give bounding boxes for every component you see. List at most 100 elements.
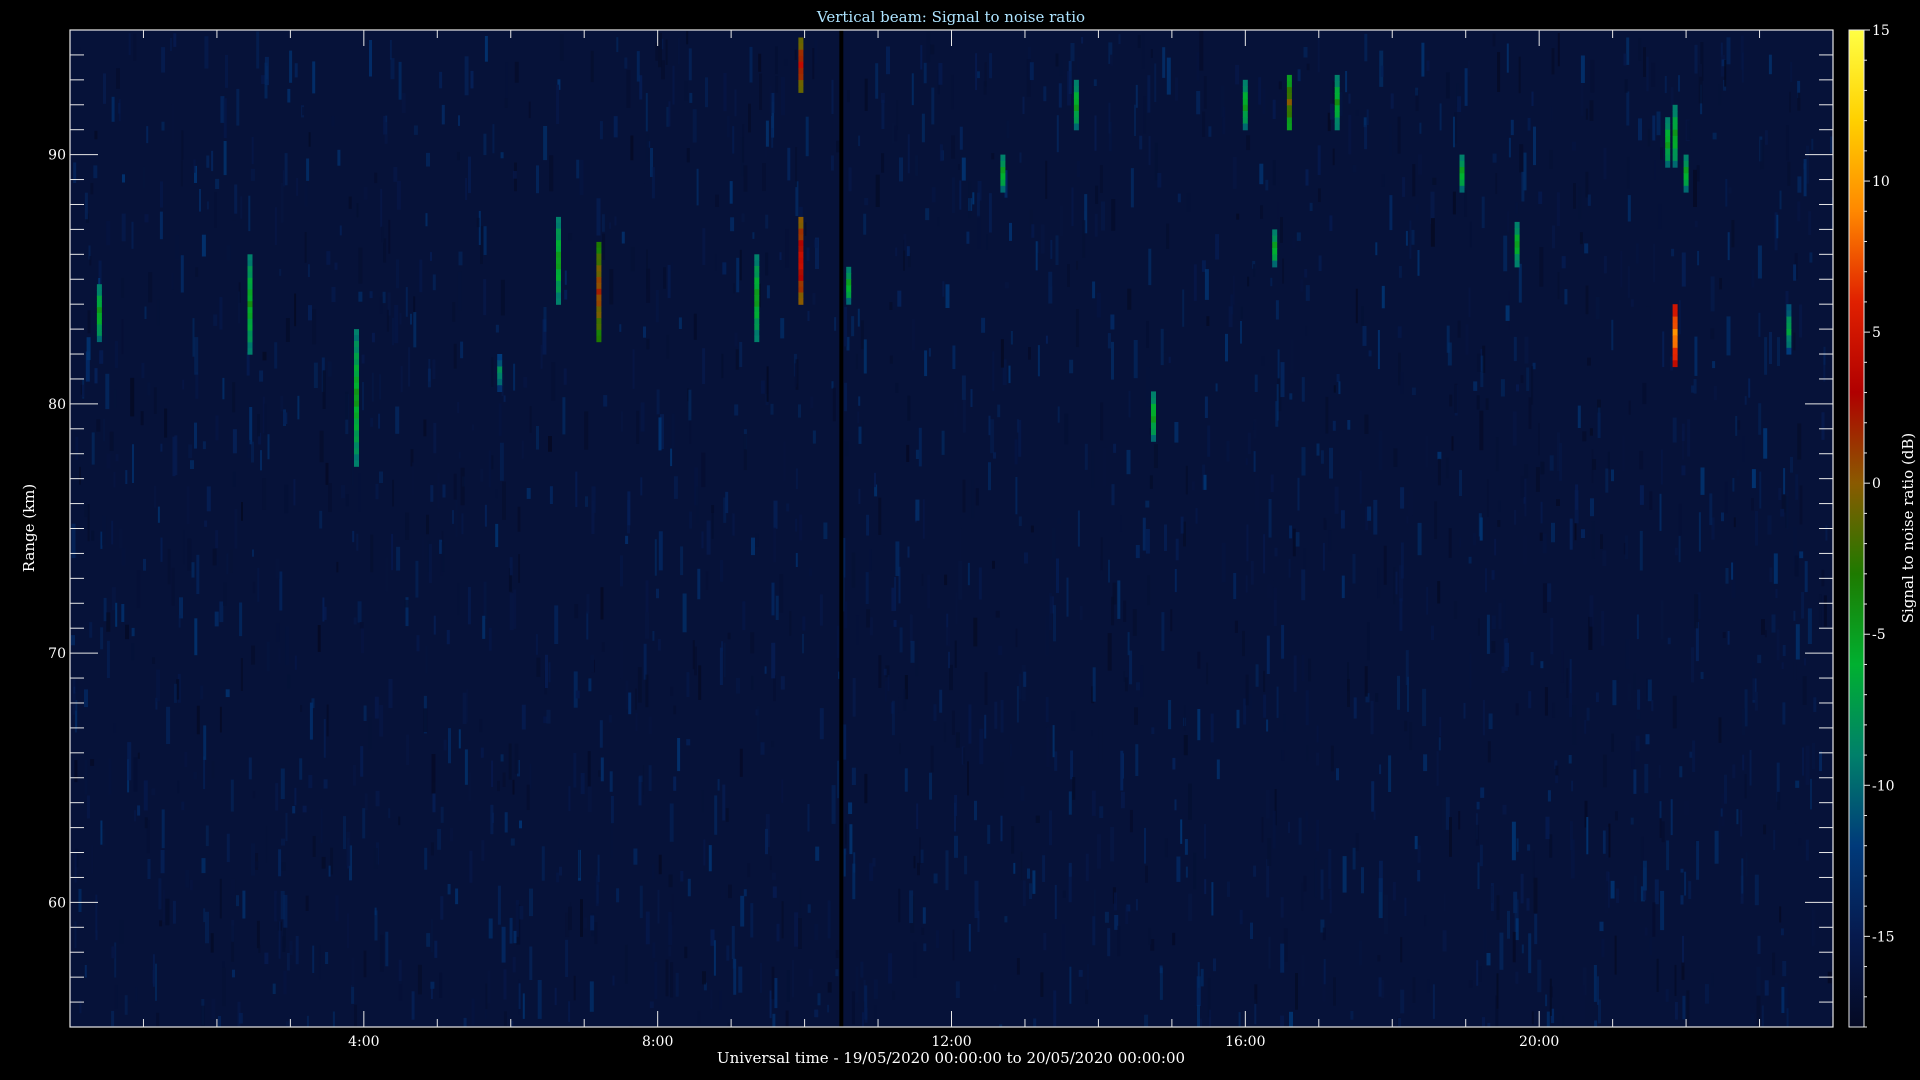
heatmap-cell <box>354 347 359 354</box>
heatmap-cell <box>1286 87 1292 94</box>
heatmap-cell <box>354 400 359 408</box>
heatmap-cell <box>556 228 561 235</box>
colorbar-tick-label: 10 <box>1872 174 1890 190</box>
heatmap-cell <box>1000 173 1006 181</box>
heatmap-cell <box>1683 173 1689 181</box>
heatmap-cell <box>354 364 359 372</box>
heatmap-cell <box>798 246 804 253</box>
heatmap-cell <box>1286 74 1292 82</box>
heatmap-cell <box>596 271 602 278</box>
heatmap-cell <box>1786 304 1792 311</box>
heatmap-cell <box>1286 81 1292 88</box>
heatmap-cell <box>1665 142 1671 149</box>
heatmap-cell <box>1683 154 1689 162</box>
heatmap-cell <box>1514 254 1520 261</box>
heatmap-cell <box>798 275 804 282</box>
heatmap-cell <box>497 360 503 368</box>
heatmap-cell <box>556 257 561 264</box>
heatmap-cell <box>596 335 602 343</box>
heatmap-cell <box>1272 254 1278 262</box>
heatmap-cell <box>556 246 561 253</box>
heatmap-cell <box>1334 117 1340 125</box>
heatmap-cell <box>596 282 602 290</box>
x-tick-label: 8:00 <box>642 1034 673 1050</box>
heatmap-cell <box>1459 179 1465 187</box>
heatmap-cell <box>354 418 359 426</box>
heatmap-cell <box>247 318 253 326</box>
heatmap-cell <box>247 301 253 308</box>
heatmap-cell <box>1073 79 1079 87</box>
heatmap-cell <box>1151 403 1156 411</box>
heatmap-cell <box>96 301 102 308</box>
heatmap-cell <box>846 279 852 287</box>
heatmap-cell <box>354 335 359 342</box>
heatmap-cell <box>247 330 253 338</box>
heatmap-cell <box>596 300 602 307</box>
heatmap-cell <box>1151 428 1156 436</box>
heatmap-cell <box>1242 111 1248 118</box>
heatmap-cell <box>247 283 253 291</box>
x-tick-label: 20:00 <box>1519 1034 1559 1050</box>
heatmap-cell <box>1672 310 1678 318</box>
heatmap-cell <box>354 382 359 390</box>
colorbar-tick-label: 5 <box>1872 325 1881 341</box>
heatmap-cell <box>1672 154 1678 162</box>
heatmap-cell <box>1286 111 1292 119</box>
heatmap-cell <box>1151 435 1156 442</box>
heatmap-cell <box>1672 335 1678 343</box>
heatmap-cell <box>96 318 102 325</box>
heatmap-cell <box>1672 354 1678 361</box>
colorbar-tick-label: 15 <box>1872 23 1890 39</box>
heatmap-cell <box>1672 148 1678 156</box>
heatmap-cell <box>754 300 760 308</box>
heatmap-cell <box>754 329 760 337</box>
heatmap-cell <box>1672 117 1678 124</box>
heatmap-cell <box>798 222 804 230</box>
heatmap-cell <box>354 454 359 461</box>
heatmap-cell <box>1272 229 1278 237</box>
heatmap-cell <box>1459 154 1465 162</box>
heatmap-cell <box>1286 117 1292 125</box>
heatmap-cell <box>754 312 760 319</box>
heatmap-cell <box>1286 99 1292 106</box>
heatmap-cell <box>556 286 561 294</box>
heatmap-cell <box>1683 167 1689 174</box>
heatmap-cell <box>846 297 852 305</box>
heatmap-cell <box>497 385 503 392</box>
heatmap-cell <box>754 306 760 314</box>
heatmap-cell <box>96 324 102 331</box>
heatmap-cell <box>1672 322 1678 330</box>
heatmap-cell <box>596 241 602 249</box>
chart-title: Vertical beam: Signal to noise ratio <box>816 8 1085 26</box>
heatmap-cell <box>1000 179 1006 187</box>
heatmap-cell <box>354 370 359 378</box>
heatmap-cell <box>1073 98 1079 106</box>
y-tick-label: 70 <box>48 646 66 662</box>
heatmap-cell <box>556 222 561 230</box>
heatmap-cell <box>1151 410 1156 417</box>
heatmap-cell <box>1786 347 1792 355</box>
heatmap-cell <box>1334 111 1340 119</box>
heatmap-cell <box>556 263 561 270</box>
y-tick-label: 80 <box>48 397 66 413</box>
heatmap-cell <box>596 265 602 272</box>
heatmap-cell <box>596 288 602 296</box>
heatmap-cell <box>798 234 804 241</box>
heatmap-cell <box>798 216 804 224</box>
heatmap-cell <box>1334 74 1340 82</box>
heatmap-cell <box>247 324 253 332</box>
heatmap-cell <box>1672 123 1678 131</box>
heatmap-cell <box>596 306 602 313</box>
heatmap-cell <box>247 313 253 320</box>
heatmap-cell <box>497 372 503 380</box>
heatmap-cell <box>247 260 253 267</box>
heatmap-cell <box>354 436 359 443</box>
heatmap-cell <box>798 298 804 305</box>
heatmap-cell <box>247 342 253 349</box>
heatmap-cell <box>1000 167 1006 174</box>
heatmap-cell <box>754 318 760 325</box>
heatmap-cell <box>798 80 804 87</box>
heatmap-cell <box>556 292 561 299</box>
heatmap-cell <box>96 335 102 343</box>
data-gap <box>839 30 844 1027</box>
